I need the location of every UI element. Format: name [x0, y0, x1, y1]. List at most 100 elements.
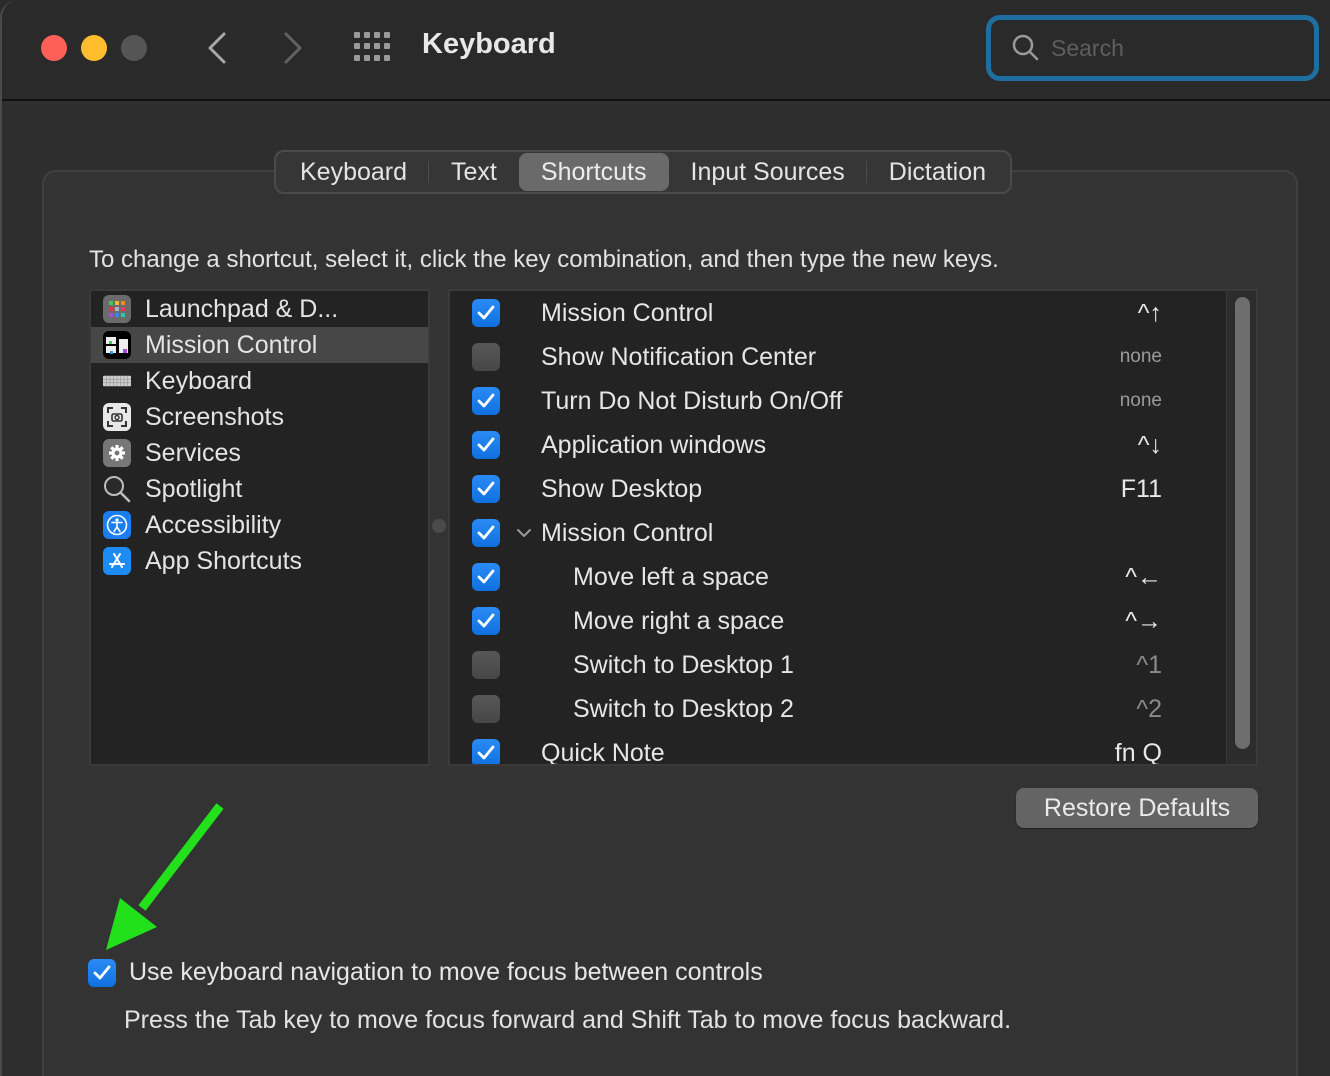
- search-field[interactable]: [986, 15, 1319, 81]
- shortcut-checkbox[interactable]: [472, 431, 500, 459]
- tab-dictation[interactable]: Dictation: [867, 153, 1008, 191]
- window-title: Keyboard: [422, 28, 556, 60]
- chevron-right-icon: [284, 32, 302, 64]
- system-preferences-window: Keyboard Keyboard Text Shortcuts Input S…: [0, 0, 1330, 1076]
- category-label: Launchpad & D...: [145, 294, 339, 323]
- shortcut-row[interactable]: Switch to Desktop 2 ^2: [450, 687, 1228, 731]
- shortcut-checkbox[interactable]: [472, 299, 500, 327]
- keyboard-icon: [103, 367, 131, 395]
- instructions-text: To change a shortcut, select it, click t…: [89, 246, 999, 273]
- checkmark-icon: [477, 745, 495, 760]
- grid-dot: [354, 54, 360, 61]
- search-icon: [1012, 34, 1039, 61]
- shortcut-checkbox[interactable]: [472, 519, 500, 547]
- shortcut-label: Move left a space: [573, 562, 769, 591]
- zoom-button[interactable]: [121, 35, 147, 61]
- forward-button[interactable]: [278, 28, 308, 68]
- shortcut-key[interactable]: none: [1120, 390, 1162, 412]
- shortcut-key[interactable]: ^←: [1125, 563, 1162, 592]
- back-button[interactable]: [202, 28, 232, 68]
- checkmark-icon: [477, 481, 495, 496]
- category-accessibility[interactable]: Accessibility: [91, 507, 428, 543]
- keyboard-navigation-option[interactable]: Use keyboard navigation to move focus be…: [88, 958, 763, 987]
- shortcut-key[interactable]: fn Q: [1115, 739, 1162, 765]
- grid-dot: [374, 43, 380, 50]
- shortcut-checkbox[interactable]: [472, 739, 500, 764]
- scrollbar-thumb[interactable]: [1235, 297, 1250, 749]
- category-label: Spotlight: [145, 474, 243, 503]
- shortcut-key[interactable]: ^2: [1136, 695, 1162, 724]
- search-input[interactable]: [1051, 34, 1291, 62]
- app-store-icon: [103, 547, 131, 575]
- minimize-button[interactable]: [81, 35, 107, 61]
- shortcut-key[interactable]: none: [1120, 346, 1162, 368]
- shortcut-checkbox[interactable]: [472, 651, 500, 679]
- shortcut-key[interactable]: F11: [1121, 475, 1162, 504]
- category-spotlight[interactable]: Spotlight: [91, 471, 428, 507]
- checkmark-icon: [477, 393, 495, 408]
- scrollbar[interactable]: [1226, 291, 1256, 764]
- shortcut-row[interactable]: Quick Note fn Q: [450, 731, 1228, 766]
- mission-control-icon: [103, 331, 131, 359]
- tab-bar: Keyboard Text Shortcuts Input Sources Di…: [274, 150, 1013, 194]
- category-services[interactable]: Services: [91, 435, 428, 471]
- shortcut-checkbox[interactable]: [472, 607, 500, 635]
- shortcut-label: Switch to Desktop 2: [573, 694, 794, 723]
- shortcut-key[interactable]: ^↓: [1138, 431, 1162, 460]
- shortcut-label: Show Desktop: [541, 474, 703, 503]
- show-all-button[interactable]: [354, 32, 394, 62]
- launchpad-icon: [103, 295, 131, 323]
- shortcut-key[interactable]: ^↑: [1138, 299, 1162, 328]
- category-app-shortcuts[interactable]: App Shortcuts: [91, 543, 428, 579]
- grid-dot: [374, 32, 380, 38]
- tab-shortcuts[interactable]: Shortcuts: [518, 153, 669, 191]
- shortcut-key[interactable]: ^→: [1125, 607, 1162, 636]
- checkmark-icon: [477, 525, 495, 540]
- category-list: Launchpad & D... Mission Control Keyboar…: [89, 289, 430, 766]
- shortcut-checkbox[interactable]: [472, 343, 500, 371]
- shortcut-checkbox[interactable]: [472, 475, 500, 503]
- shortcut-row[interactable]: Move left a space ^←: [450, 555, 1228, 599]
- screenshot-icon: [103, 403, 131, 431]
- grid-dot: [384, 32, 390, 38]
- shortcut-row[interactable]: Show Desktop F11: [450, 467, 1228, 511]
- category-mission-control[interactable]: Mission Control: [91, 327, 428, 363]
- grid-dot: [364, 43, 370, 50]
- shortcut-label: Quick Note: [541, 738, 665, 766]
- accessibility-icon: [103, 511, 131, 539]
- keyboard-navigation-checkbox[interactable]: [88, 958, 116, 987]
- tab-text[interactable]: Text: [429, 153, 519, 191]
- shortcut-row[interactable]: Application windows ^↓: [450, 423, 1228, 467]
- shortcut-label: Mission Control: [541, 518, 714, 547]
- keyboard-navigation-label: Use keyboard navigation to move focus be…: [129, 958, 763, 986]
- shortcut-checkbox[interactable]: [472, 387, 500, 415]
- grid-dot: [364, 32, 370, 38]
- tab-keyboard[interactable]: Keyboard: [278, 153, 430, 191]
- tab-input-sources[interactable]: Input Sources: [669, 153, 868, 191]
- chevron-down-icon[interactable]: [514, 523, 534, 543]
- shortcut-label: Application windows: [541, 430, 767, 459]
- shortcut-row[interactable]: Show Notification Center none: [450, 335, 1228, 379]
- grid-dot: [384, 54, 390, 61]
- split-view-handle[interactable]: [432, 519, 446, 533]
- shortcut-checkbox[interactable]: [472, 563, 500, 591]
- shortcut-row[interactable]: Mission Control: [450, 511, 1228, 555]
- shortcut-label: Move right a space: [573, 606, 785, 635]
- category-launchpad[interactable]: Launchpad & D...: [91, 291, 428, 327]
- shortcut-checkbox[interactable]: [472, 695, 500, 723]
- restore-defaults-button[interactable]: Restore Defaults: [1016, 788, 1258, 828]
- category-label: Services: [145, 438, 241, 467]
- shortcut-row[interactable]: Move right a space ^→: [450, 599, 1228, 643]
- shortcut-key[interactable]: ^1: [1136, 651, 1162, 680]
- grid-dot: [364, 54, 370, 61]
- category-label: App Shortcuts: [145, 546, 303, 575]
- close-button[interactable]: [41, 35, 67, 61]
- category-keyboard[interactable]: Keyboard: [91, 363, 428, 399]
- checkmark-icon: [477, 305, 495, 320]
- checkmark-icon: [93, 965, 111, 979]
- shortcut-row[interactable]: Mission Control ^↑: [450, 291, 1228, 335]
- category-screenshots[interactable]: Screenshots: [91, 399, 428, 435]
- shortcut-row[interactable]: Turn Do Not Disturb On/Off none: [450, 379, 1228, 423]
- category-label: Keyboard: [145, 366, 253, 395]
- shortcut-row[interactable]: Switch to Desktop 1 ^1: [450, 643, 1228, 687]
